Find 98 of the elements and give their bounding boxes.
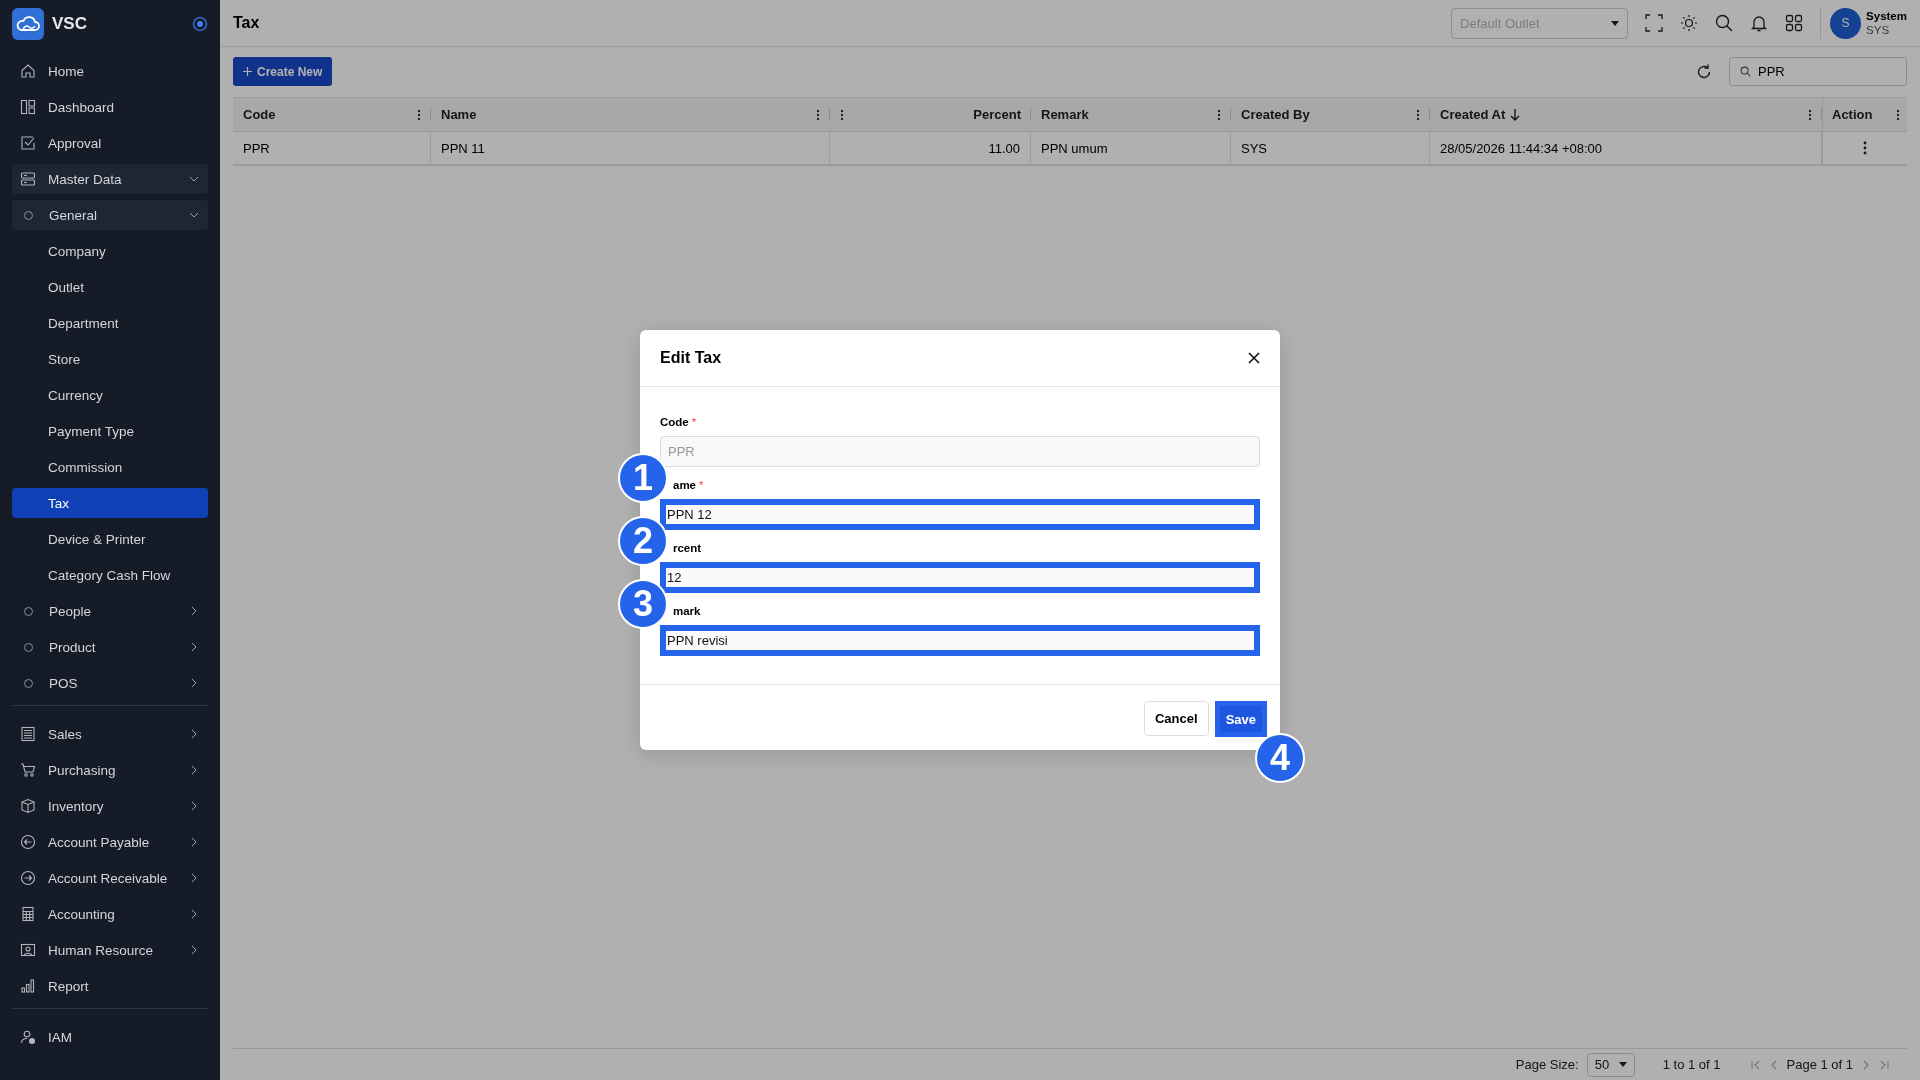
column-menu-icon[interactable] bbox=[840, 108, 844, 121]
sun-icon[interactable] bbox=[1680, 14, 1699, 32]
radio-icon[interactable] bbox=[192, 15, 208, 32]
nav-item[interactable]: Account Payable bbox=[12, 827, 208, 857]
nav-item[interactable]: Account Receivable bbox=[12, 863, 208, 893]
arrow-right-icon bbox=[20, 870, 36, 886]
dialog-title: Edit Tax bbox=[660, 349, 722, 367]
nav-item[interactable]: Tax bbox=[12, 488, 208, 518]
column-menu-icon[interactable] bbox=[1896, 108, 1900, 121]
document-icon bbox=[20, 726, 36, 742]
column-header[interactable]: Remark bbox=[1031, 98, 1231, 131]
field-label: mark bbox=[673, 605, 701, 617]
nav-item[interactable]: Device & Printer bbox=[12, 524, 208, 554]
nav-item[interactable]: Home bbox=[12, 56, 208, 86]
nav-item[interactable]: Accounting bbox=[12, 899, 208, 929]
nav-item[interactable]: Dashboard bbox=[12, 92, 208, 122]
row-actions-icon[interactable] bbox=[1862, 141, 1867, 155]
arrow-left-icon bbox=[20, 834, 36, 850]
input-field[interactable]: PPN 12 bbox=[660, 499, 1260, 530]
nav-item[interactable]: Inventory bbox=[12, 791, 208, 821]
create-new-button[interactable]: Create New bbox=[233, 57, 333, 86]
cancel-button[interactable]: Cancel bbox=[1144, 701, 1209, 736]
table-cell: PPR bbox=[243, 140, 270, 156]
nav-item[interactable]: Currency bbox=[12, 380, 208, 410]
sort-down-icon[interactable] bbox=[1510, 108, 1521, 121]
column-menu-icon[interactable] bbox=[816, 108, 820, 121]
cloud-logo-icon bbox=[12, 7, 44, 40]
save-button[interactable]: Save bbox=[1214, 701, 1267, 737]
user-code: SYS bbox=[1866, 23, 1891, 37]
input-field[interactable]: PPN revisi bbox=[660, 625, 1260, 656]
refresh-icon[interactable] bbox=[1695, 62, 1713, 81]
required-mark: * bbox=[699, 479, 704, 491]
page-indicator: Page 1 of 1 bbox=[1786, 1057, 1853, 1072]
bar-chart-icon bbox=[20, 978, 36, 994]
nav-item[interactable]: Department bbox=[12, 308, 208, 338]
cart-icon bbox=[20, 762, 36, 778]
nav-item[interactable]: IAM bbox=[12, 1022, 208, 1052]
column-header[interactable]: Created At bbox=[1430, 98, 1822, 131]
database-icon bbox=[20, 171, 36, 187]
nav-item[interactable]: Store bbox=[12, 344, 208, 374]
app-name: VSC bbox=[52, 13, 88, 34]
nav-item[interactable]: Sales bbox=[12, 719, 208, 749]
nav-item[interactable]: Product bbox=[12, 632, 208, 662]
column-header[interactable]: Percent bbox=[830, 98, 1031, 131]
nav-item[interactable]: POS bbox=[12, 668, 208, 698]
column-menu-icon[interactable] bbox=[417, 108, 421, 121]
field-label: rcent bbox=[673, 542, 702, 554]
nav-item[interactable]: Commission bbox=[12, 452, 208, 482]
close-icon[interactable] bbox=[1248, 352, 1260, 364]
nav-item[interactable]: Approval bbox=[12, 128, 208, 158]
table-cell: 28/05/2026 11:44:34 +08:00 bbox=[1440, 140, 1603, 156]
field-label: ame bbox=[673, 479, 697, 491]
column-menu-icon[interactable] bbox=[1808, 108, 1812, 121]
person-icon bbox=[20, 942, 36, 958]
table-cell: SYS bbox=[1241, 140, 1267, 156]
nav-item[interactable]: General bbox=[12, 200, 208, 230]
page-title: Tax bbox=[233, 14, 261, 32]
nav-item[interactable]: People bbox=[12, 596, 208, 626]
row-range: 1 to 1 of 1 bbox=[1662, 1057, 1721, 1072]
nav-item[interactable]: Company bbox=[12, 236, 208, 266]
box-icon bbox=[20, 798, 36, 814]
field-label: Code bbox=[660, 416, 689, 428]
column-header[interactable]: Action bbox=[1822, 98, 1906, 131]
dropdown-caret-icon bbox=[1611, 20, 1620, 26]
nav-item[interactable]: Human Resource bbox=[12, 935, 208, 965]
input-field[interactable]: 12 bbox=[660, 562, 1260, 593]
page-size-label: Page Size: bbox=[1515, 1057, 1579, 1072]
nav-item[interactable]: Outlet bbox=[12, 272, 208, 302]
home-icon bbox=[20, 63, 36, 79]
nav-item[interactable]: Category Cash Flow bbox=[12, 560, 208, 590]
column-header[interactable]: Created By bbox=[1231, 98, 1430, 131]
table-cell: 11.00 bbox=[988, 140, 1020, 156]
column-menu-icon[interactable] bbox=[1416, 108, 1420, 121]
column-header[interactable]: Code bbox=[233, 98, 431, 131]
column-menu-icon[interactable] bbox=[1217, 108, 1221, 121]
user-name: System bbox=[1866, 9, 1907, 23]
nav-item[interactable]: Master Data bbox=[12, 164, 208, 194]
notification-bell-icon[interactable] bbox=[1750, 14, 1769, 32]
table-cell: PPN 11 bbox=[441, 140, 485, 156]
search-icon[interactable] bbox=[1715, 14, 1734, 32]
dashboard-icon bbox=[20, 99, 36, 115]
nav-item[interactable]: Payment Type bbox=[12, 416, 208, 446]
search-icon bbox=[1740, 66, 1751, 77]
calculator-icon bbox=[20, 906, 36, 922]
table-cell: PPN umum bbox=[1041, 140, 1108, 156]
dropdown-caret-icon bbox=[1618, 1062, 1627, 1067]
user-icon bbox=[20, 1029, 36, 1045]
nav-item[interactable]: Purchasing bbox=[12, 755, 208, 785]
search-field[interactable]: PPR bbox=[1729, 57, 1907, 86]
plus-icon bbox=[243, 67, 252, 76]
user-avatar[interactable]: S bbox=[1830, 7, 1862, 39]
apps-grid-icon[interactable] bbox=[1785, 14, 1804, 32]
fullscreen-icon[interactable] bbox=[1645, 14, 1664, 32]
column-header[interactable]: Name bbox=[431, 98, 830, 131]
page-size-select[interactable]: 50 bbox=[1586, 1052, 1635, 1077]
required-mark: * bbox=[691, 416, 697, 428]
nav-item[interactable]: Report bbox=[12, 971, 208, 1001]
checkbox-icon bbox=[20, 135, 36, 151]
